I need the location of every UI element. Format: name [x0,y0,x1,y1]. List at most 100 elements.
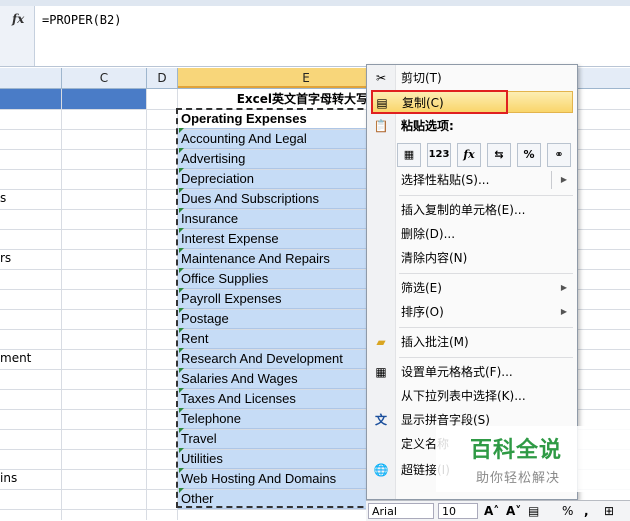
paste-link-icon[interactable]: ⚭ [547,143,571,167]
column-e-cell[interactable]: Advertising [178,149,370,169]
column-e-cell[interactable]: Accounting And Legal [178,129,370,149]
column-header-c[interactable]: C [62,68,147,88]
menu-item-label: 清除内容(N) [401,251,468,265]
column-e-cell[interactable]: Salaries And Wages [178,369,370,389]
column-e-cell[interactable]: Taxes And Licenses [178,389,370,409]
formula-input[interactable]: =PROPER(B2) [42,13,121,27]
menu-item-label: 删除(D)... [401,227,456,241]
formula-indicator-icon [179,308,184,313]
column-e-cell[interactable]: Telephone [178,409,370,429]
left-cell-fragment: ment [0,351,32,365]
merge-cells-icon[interactable]: ⊞ [604,502,614,520]
paste-values-button[interactable]: 123 [427,143,451,167]
format-cells-icon: ▦ [375,365,387,379]
comma-style-icon[interactable]: , [584,502,589,520]
column-e-cell[interactable]: Research And Development [178,349,370,369]
paste-icon: 📋 [373,119,389,133]
column-e-cell[interactable]: Dues And Subscriptions [178,189,370,209]
column-header-d[interactable]: D [147,68,178,88]
menu-item-pick-list[interactable]: 从下拉列表中选择(K)... [367,385,575,407]
formula-indicator-icon [179,408,184,413]
column-e-cell[interactable]: Utilities [178,449,370,469]
formula-indicator-icon [179,328,184,333]
formula-indicator-icon [179,388,184,393]
column-e-cell[interactable]: Web Hosting And Domains [178,469,370,489]
formula-indicator-icon [179,288,184,293]
menu-item-label: 设置单元格格式(F)... [401,365,513,379]
column-e-cell[interactable]: Maintenance And Repairs [178,249,370,269]
font-name-select[interactable]: Arial [368,503,434,519]
comment-icon: ▰ [376,335,386,349]
menu-item-paste-special[interactable]: 选择性粘贴(S)... ▶ [367,169,575,191]
menu-item-insert-comment[interactable]: ▰ 插入批注(M) [367,331,575,353]
column-e-title[interactable]: Excel英文首字母转大写 [178,89,368,109]
copy-highlight-box [371,90,508,114]
fx-icon[interactable]: fx [12,12,24,26]
menu-item-label: 剪切(T) [401,71,442,85]
formula-indicator-icon [179,168,184,173]
formula-indicator-icon [179,188,184,193]
accounting-format-icon[interactable]: ▤ [528,502,539,520]
menu-item-delete[interactable]: 删除(D)... [367,223,575,245]
column-e-cell[interactable]: Interest Expense [178,229,370,249]
paste-clipboard-icon[interactable]: ▦ [397,143,421,167]
mini-toolbar: Arial 10 A˄ A˅ ▤ % , ⊞ [366,500,630,521]
shrink-font-icon[interactable]: A˅ [506,502,521,520]
column-e-cell[interactable]: Operating Expenses [178,109,370,129]
paste-transpose-icon[interactable]: ⇆ [487,143,511,167]
formula-indicator-icon [179,268,184,273]
formula-indicator-icon [179,448,184,453]
formula-indicator-icon [179,348,184,353]
formula-indicator-icon [179,488,184,493]
phonetic-icon: 文 [374,413,387,427]
left-cell-fragment: s [0,191,7,205]
menu-item-sort[interactable]: 排序(O) ▶ [367,301,575,323]
column-e-cell[interactable]: Depreciation [178,169,370,189]
grow-font-icon[interactable]: A˄ [484,502,499,520]
menu-item-format-cells[interactable]: ▦ 设置单元格格式(F)... [367,361,575,383]
percent-icon[interactable]: % [562,502,573,520]
left-cell-fragment: rs [0,251,12,265]
menu-item-cut[interactable]: ✂ 剪切(T) [367,67,575,89]
formula-indicator-icon [179,148,184,153]
column-e-cell[interactable]: Office Supplies [178,269,370,289]
paste-format-button[interactable]: % [517,143,541,167]
column-e-cell[interactable]: Travel [178,429,370,449]
menu-item-label: 粘贴选项: [401,119,454,133]
formula-indicator-icon [179,208,184,213]
menu-item-label: 从下拉列表中选择(K)... [401,389,526,403]
menu-item-clear[interactable]: 清除内容(N) [367,247,575,269]
paste-formulas-button[interactable]: fx [457,143,481,167]
formula-indicator-icon [179,248,184,253]
menu-item-label: 选择性粘贴(S)... [401,173,490,187]
paste-options-header: 📋 粘贴选项: [367,115,575,137]
formula-indicator-icon [179,368,184,373]
header-cell-band [0,89,146,109]
left-cell-fragment: ins [0,471,18,485]
menu-item-insert-copied[interactable]: 插入复制的单元格(E)... [367,199,575,221]
function-box[interactable]: fx [0,6,35,66]
formula-indicator-icon [179,128,184,133]
formula-indicator-icon [179,228,184,233]
scissors-icon: ✂ [375,71,387,85]
column-e-cell[interactable]: Other [178,489,370,509]
formula-indicator-icon [179,428,184,433]
hyperlink-icon: 🌐 [373,463,389,477]
column-e-cell[interactable]: Rent [178,329,370,349]
column-e-cell[interactable]: Payroll Expenses [178,289,370,309]
column-e-cell[interactable]: Insurance [178,209,370,229]
column-e-cell[interactable]: Postage [178,309,370,329]
column-header-b[interactable] [0,68,62,88]
submenu-arrow-icon: ▶ [560,307,567,316]
menu-item-filter[interactable]: 筛选(E) ▶ [367,277,575,299]
submenu-arrow-icon: ▶ [560,175,567,184]
menu-item-label: 排序(O) [401,305,444,319]
menu-item-label: 插入批注(M) [401,335,469,349]
watermark: 百科全说 助你轻松解决 [436,426,630,492]
formula-bar: fx =PROPER(B2) [0,6,630,67]
watermark-subtitle: 助你轻松解决 [476,471,561,486]
watermark-title: 百科全说 [470,438,563,463]
font-size-select[interactable]: 10 [438,503,478,519]
menu-item-label: 筛选(E) [401,281,442,295]
submenu-arrow-icon: ▶ [560,283,567,292]
